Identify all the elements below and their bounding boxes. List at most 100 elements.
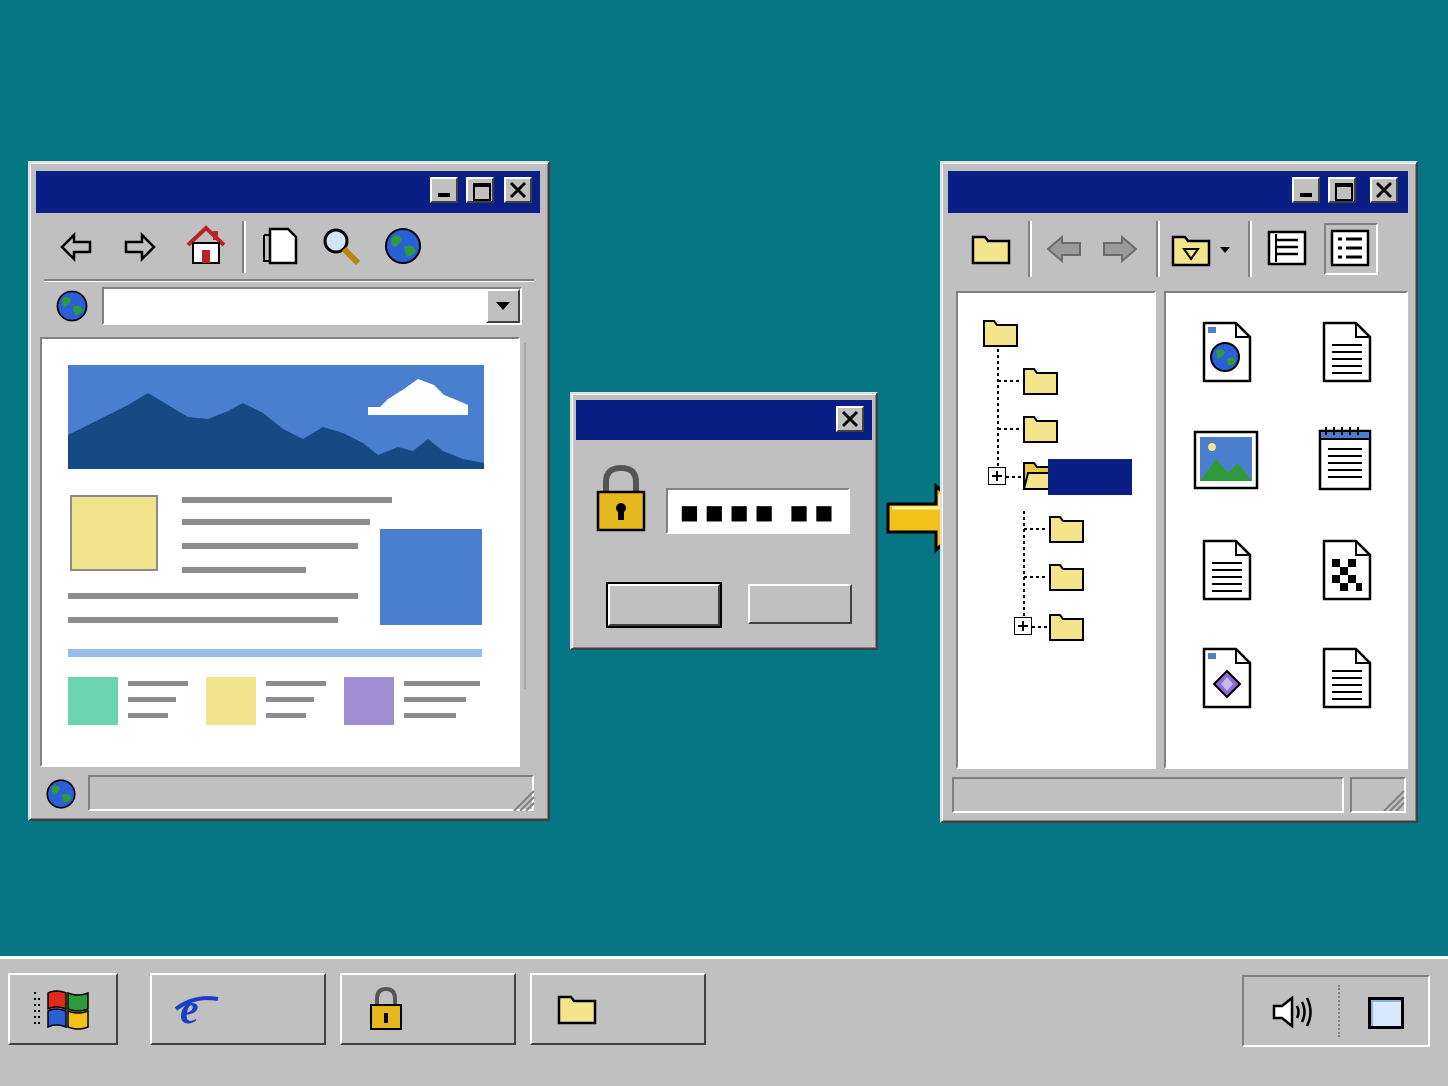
tile-yellow: [206, 677, 256, 725]
text-line: [404, 697, 466, 702]
explorer-status-bar: [952, 775, 1408, 815]
chevron-down-icon: [496, 302, 510, 310]
close-button[interactable]: [836, 406, 864, 432]
taskbar: e: [0, 956, 1448, 1086]
web-document-icon[interactable]: [1198, 319, 1256, 385]
browser-content-pane[interactable]: [40, 337, 520, 767]
cancel-button[interactable]: [748, 584, 852, 624]
expand-toggle[interactable]: [988, 467, 1006, 485]
forward-arrow-icon[interactable]: [120, 227, 160, 267]
tile-purple: [344, 677, 394, 725]
text-line: [128, 713, 168, 718]
folder-icon[interactable]: [1022, 413, 1060, 445]
text-line: [182, 519, 370, 525]
text-line: [68, 617, 338, 623]
text-line: [68, 593, 358, 599]
forward-arrow-icon[interactable]: [1100, 231, 1140, 267]
folder-icon[interactable]: [1048, 611, 1086, 643]
dialog-title-bar[interactable]: [576, 400, 872, 440]
text-document-icon[interactable]: [1198, 537, 1256, 603]
minimize-button[interactable]: [430, 177, 458, 203]
text-line: [404, 713, 456, 718]
address-combobox[interactable]: [102, 287, 522, 325]
password-mask: ■■■■ ■■: [680, 500, 840, 524]
back-arrow-icon[interactable]: [1044, 231, 1084, 267]
text-document-icon[interactable]: [1318, 319, 1376, 385]
list-view-button[interactable]: [1324, 223, 1378, 275]
tile-green: [68, 677, 118, 725]
text-line: [182, 497, 392, 503]
maximize-button[interactable]: [1328, 177, 1356, 203]
taskbar-button-browser[interactable]: e: [150, 973, 326, 1045]
diamond-file-icon[interactable]: [1198, 645, 1256, 711]
image-file-icon[interactable]: [1192, 429, 1260, 491]
lock-icon: [370, 986, 402, 1030]
internet-explorer-icon: e: [174, 987, 219, 1031]
desktop-square-icon[interactable]: [1368, 997, 1404, 1029]
ok-button[interactable]: [608, 584, 720, 626]
details-view-icon[interactable]: [1266, 229, 1308, 267]
globe-icon[interactable]: [382, 225, 424, 267]
folder-icon[interactable]: [1048, 513, 1086, 545]
list-view-icon: [1330, 229, 1370, 267]
divider: [68, 649, 482, 657]
file-list-pane[interactable]: [1164, 291, 1408, 769]
expand-toggle[interactable]: [1014, 617, 1032, 635]
close-icon: [509, 181, 527, 199]
password-field[interactable]: ■■■■ ■■: [666, 488, 850, 534]
svg-text:e: e: [180, 987, 199, 1031]
text-line: [128, 681, 188, 686]
folder-dropdown-icon[interactable]: [1170, 229, 1234, 269]
notepad-icon[interactable]: [1314, 423, 1376, 493]
text-line: [404, 681, 480, 686]
folder-icon[interactable]: [1048, 561, 1086, 593]
content-image-blue: [380, 529, 482, 625]
taskbar-button-login[interactable]: [340, 973, 516, 1045]
content-thumbnail-yellow: [70, 495, 158, 571]
windows-logo-icon: [34, 990, 89, 1030]
browser-toolbar: [36, 219, 540, 275]
text-line: [266, 713, 306, 718]
home-icon[interactable]: [184, 223, 228, 267]
padlock-icon: [596, 464, 646, 532]
maximize-button[interactable]: [466, 177, 494, 203]
resize-grip-icon[interactable]: [1382, 789, 1406, 811]
folder-icon[interactable]: [1022, 365, 1060, 397]
login-dialog: ■■■■ ■■: [570, 392, 878, 650]
taskbar-button-explorer[interactable]: [530, 973, 706, 1045]
folder-icon[interactable]: [970, 229, 1012, 267]
page-icon[interactable]: [260, 225, 300, 267]
close-button[interactable]: [504, 177, 532, 203]
text-document-icon[interactable]: [1318, 645, 1376, 711]
start-button[interactable]: [8, 973, 118, 1045]
explorer-window: [940, 161, 1418, 823]
qr-code-file-icon[interactable]: [1318, 537, 1376, 603]
close-icon: [1375, 181, 1393, 199]
minimize-button[interactable]: [1292, 177, 1320, 203]
explorer-toolbar: [948, 219, 1408, 281]
browser-title-bar[interactable]: [36, 171, 540, 213]
close-button[interactable]: [1370, 177, 1398, 203]
address-bar-row: [44, 279, 534, 327]
address-dropdown-button[interactable]: [486, 289, 520, 323]
browser-window: [28, 161, 550, 821]
close-icon: [841, 410, 859, 428]
address-input[interactable]: [108, 293, 482, 319]
folder-icon: [557, 995, 597, 1025]
folder-icon[interactable]: [982, 317, 1020, 349]
text-line: [182, 543, 358, 549]
tree-item-selected-label[interactable]: [1048, 459, 1132, 495]
vertical-scrollbar[interactable]: [524, 343, 526, 689]
speaker-icon[interactable]: [1270, 993, 1314, 1031]
text-line: [128, 697, 176, 702]
web-banner-image: [68, 365, 484, 469]
status-text-field: [88, 775, 534, 811]
text-line: [266, 681, 326, 686]
explorer-title-bar[interactable]: [948, 171, 1408, 213]
search-magnifier-icon[interactable]: [320, 225, 362, 267]
back-arrow-icon[interactable]: [56, 227, 96, 267]
status-text-field: [952, 777, 1344, 813]
system-tray: [1242, 975, 1430, 1047]
folder-tree-pane[interactable]: [956, 291, 1156, 769]
resize-grip-icon[interactable]: [512, 789, 536, 811]
